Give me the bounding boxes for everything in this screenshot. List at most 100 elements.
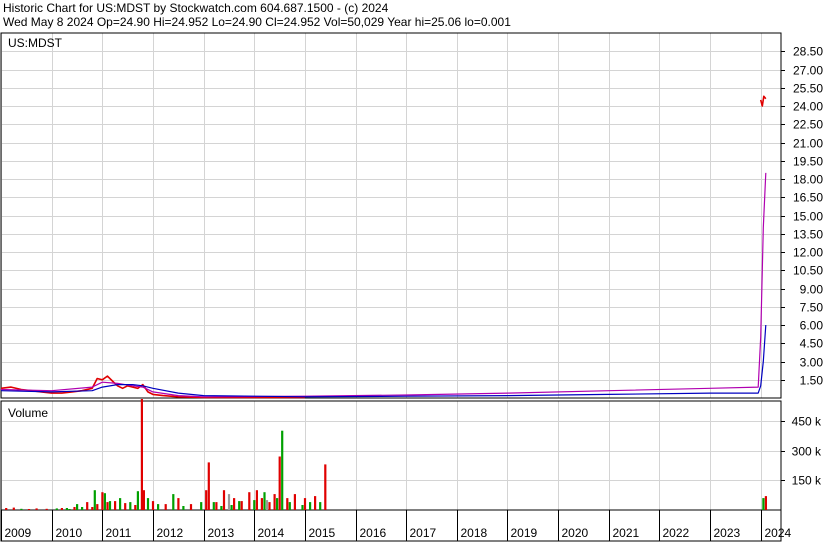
volume-bar bbox=[268, 502, 271, 510]
volume-axis-label: 450 k bbox=[792, 415, 822, 429]
volume-panel-frame bbox=[0, 400, 782, 511]
volume-bar bbox=[762, 498, 765, 510]
price-axis-label: 16.50 bbox=[793, 191, 823, 205]
price-series bbox=[0, 95, 767, 399]
volume-bar bbox=[73, 507, 76, 510]
price-axis-label: 18.00 bbox=[793, 173, 823, 187]
volume-bar bbox=[303, 498, 307, 510]
volume-bar bbox=[215, 502, 218, 510]
date-axis-label: 2018 bbox=[461, 526, 488, 540]
date-axis-label: 2011 bbox=[106, 526, 132, 540]
date-axis-label: 2019 bbox=[511, 526, 538, 540]
price-axis-label: 21.00 bbox=[793, 137, 823, 151]
volume-bar bbox=[76, 504, 79, 510]
price-grid bbox=[1, 33, 781, 398]
price-axis-label: 3.00 bbox=[800, 356, 824, 370]
volume-bar bbox=[207, 462, 210, 510]
date-axis-label: 2022 bbox=[663, 526, 690, 540]
volume-bar bbox=[60, 508, 63, 510]
moving-average-line bbox=[0, 172, 767, 398]
volume-bar bbox=[238, 501, 241, 510]
volume-grid bbox=[1, 401, 781, 510]
date-axis-label: 2020 bbox=[562, 526, 589, 540]
volume-bar bbox=[230, 505, 233, 510]
price-axis-label: 25.50 bbox=[793, 82, 823, 96]
moving-average-line bbox=[0, 324, 767, 398]
price-axis-label: 10.50 bbox=[793, 264, 823, 278]
volume-bar bbox=[278, 456, 281, 510]
volume-bar bbox=[764, 496, 767, 510]
volume-bar bbox=[286, 498, 289, 510]
price-axis-label: 22.50 bbox=[793, 118, 823, 132]
price-panel-title: US:MDST bbox=[8, 36, 63, 50]
price-axis-label: 9.00 bbox=[800, 283, 824, 297]
volume-bar bbox=[172, 494, 175, 510]
price-axis-label: 12.00 bbox=[793, 246, 823, 260]
volume-bar bbox=[103, 493, 106, 510]
volume-bar bbox=[157, 504, 160, 510]
volume-bar bbox=[276, 498, 279, 510]
volume-bars bbox=[5, 399, 767, 510]
volume-bar bbox=[253, 500, 256, 510]
price-axis-label: 27.00 bbox=[793, 64, 823, 78]
volume-bar bbox=[114, 501, 117, 510]
volume-bar bbox=[240, 501, 243, 510]
date-axis-label: 2014 bbox=[258, 526, 285, 540]
volume-bar bbox=[101, 492, 104, 510]
price-line bbox=[0, 375, 305, 399]
volume-bar bbox=[293, 494, 296, 510]
date-axis-label: 2013 bbox=[208, 526, 235, 540]
volume-bar bbox=[5, 508, 8, 510]
volume-bar bbox=[81, 507, 84, 510]
volume-bar bbox=[140, 399, 143, 510]
volume-bar bbox=[324, 464, 327, 510]
date-axis: 2009 2010 2011 2012 2013 2014 2015 2016 2017 2018… bbox=[1, 510, 792, 541]
volume-bar bbox=[248, 492, 251, 510]
price-axis-label: 15.00 bbox=[793, 210, 823, 224]
price-axis: 1.50 3.00 4.50 6.00 7.50 9.00 10.50 12.00 13.50 1… bbox=[781, 45, 823, 388]
date-axis-label: 2012 bbox=[157, 526, 184, 540]
date-axis-label: 2010 bbox=[56, 526, 83, 540]
volume-bar bbox=[273, 494, 276, 510]
volume-bar bbox=[93, 490, 96, 510]
volume-bar bbox=[189, 504, 193, 510]
volume-bar bbox=[177, 498, 180, 510]
volume-axis-label: 150 k bbox=[792, 474, 822, 488]
volume-bar bbox=[164, 504, 167, 510]
volume-bar bbox=[301, 505, 304, 510]
volume-bar bbox=[96, 504, 99, 510]
volume-bar bbox=[314, 496, 317, 510]
volume-bar bbox=[55, 508, 58, 510]
volume-bar bbox=[182, 506, 185, 510]
volume-bar bbox=[146, 498, 150, 510]
stock-chart-page: Historic Chart for US:MDST by Stockwatch… bbox=[0, 0, 830, 543]
volume-bar bbox=[227, 494, 231, 510]
volume-bar bbox=[233, 498, 236, 510]
date-axis-label: 2017 bbox=[410, 526, 437, 540]
volume-bar bbox=[35, 508, 38, 510]
price-axis-label: 24.00 bbox=[793, 100, 823, 114]
volume-bar bbox=[200, 502, 203, 510]
volume-bar bbox=[151, 501, 155, 510]
date-axis-label: 2024 bbox=[765, 526, 792, 540]
price-axis-label: 13.50 bbox=[793, 228, 823, 242]
volume-bar bbox=[260, 498, 263, 510]
volume-bar bbox=[129, 502, 132, 510]
volume-bar bbox=[309, 502, 312, 510]
volume-axis: 150 k 300 k 450 k bbox=[781, 415, 822, 488]
price-axis-label: 28.50 bbox=[793, 45, 823, 59]
volume-bar bbox=[124, 503, 127, 510]
volume-bar bbox=[68, 509, 71, 510]
price-axis-label: 4.50 bbox=[800, 337, 824, 351]
volume-bar bbox=[281, 430, 284, 510]
volume-bar bbox=[136, 491, 139, 510]
volume-bar bbox=[319, 502, 322, 510]
volume-bar bbox=[222, 490, 226, 510]
price-axis-label: 7.50 bbox=[800, 301, 824, 315]
volume-bar bbox=[12, 507, 15, 510]
date-axis-label: 2023 bbox=[714, 526, 741, 540]
volume-bar bbox=[106, 502, 109, 510]
price-axis-label: 19.50 bbox=[793, 155, 823, 169]
date-axis-label: 2021 bbox=[613, 526, 640, 540]
price-axis-label: 6.00 bbox=[800, 319, 824, 333]
